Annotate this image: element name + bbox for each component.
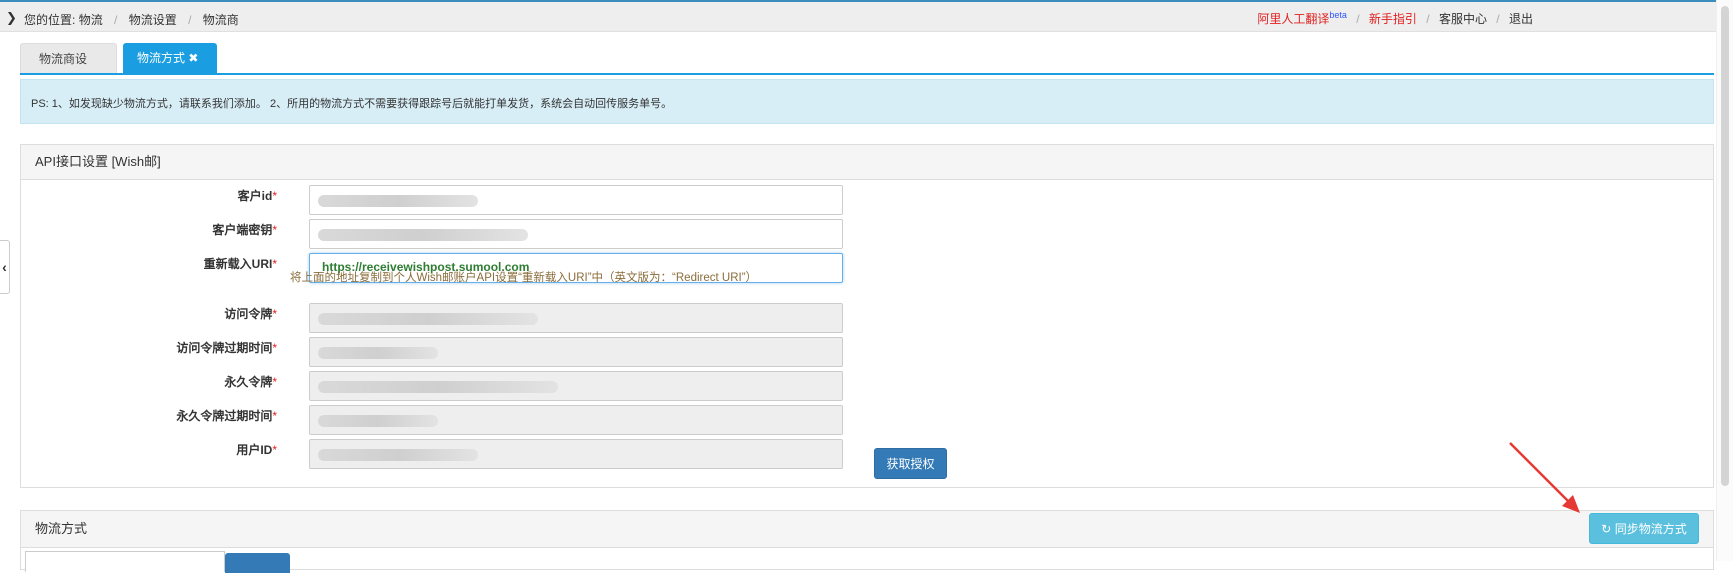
annotation-arrow-icon [1509,442,1580,513]
scrollbar-thumb[interactable] [1721,6,1729,486]
vertical-scrollbar[interactable] [1716,0,1733,561]
